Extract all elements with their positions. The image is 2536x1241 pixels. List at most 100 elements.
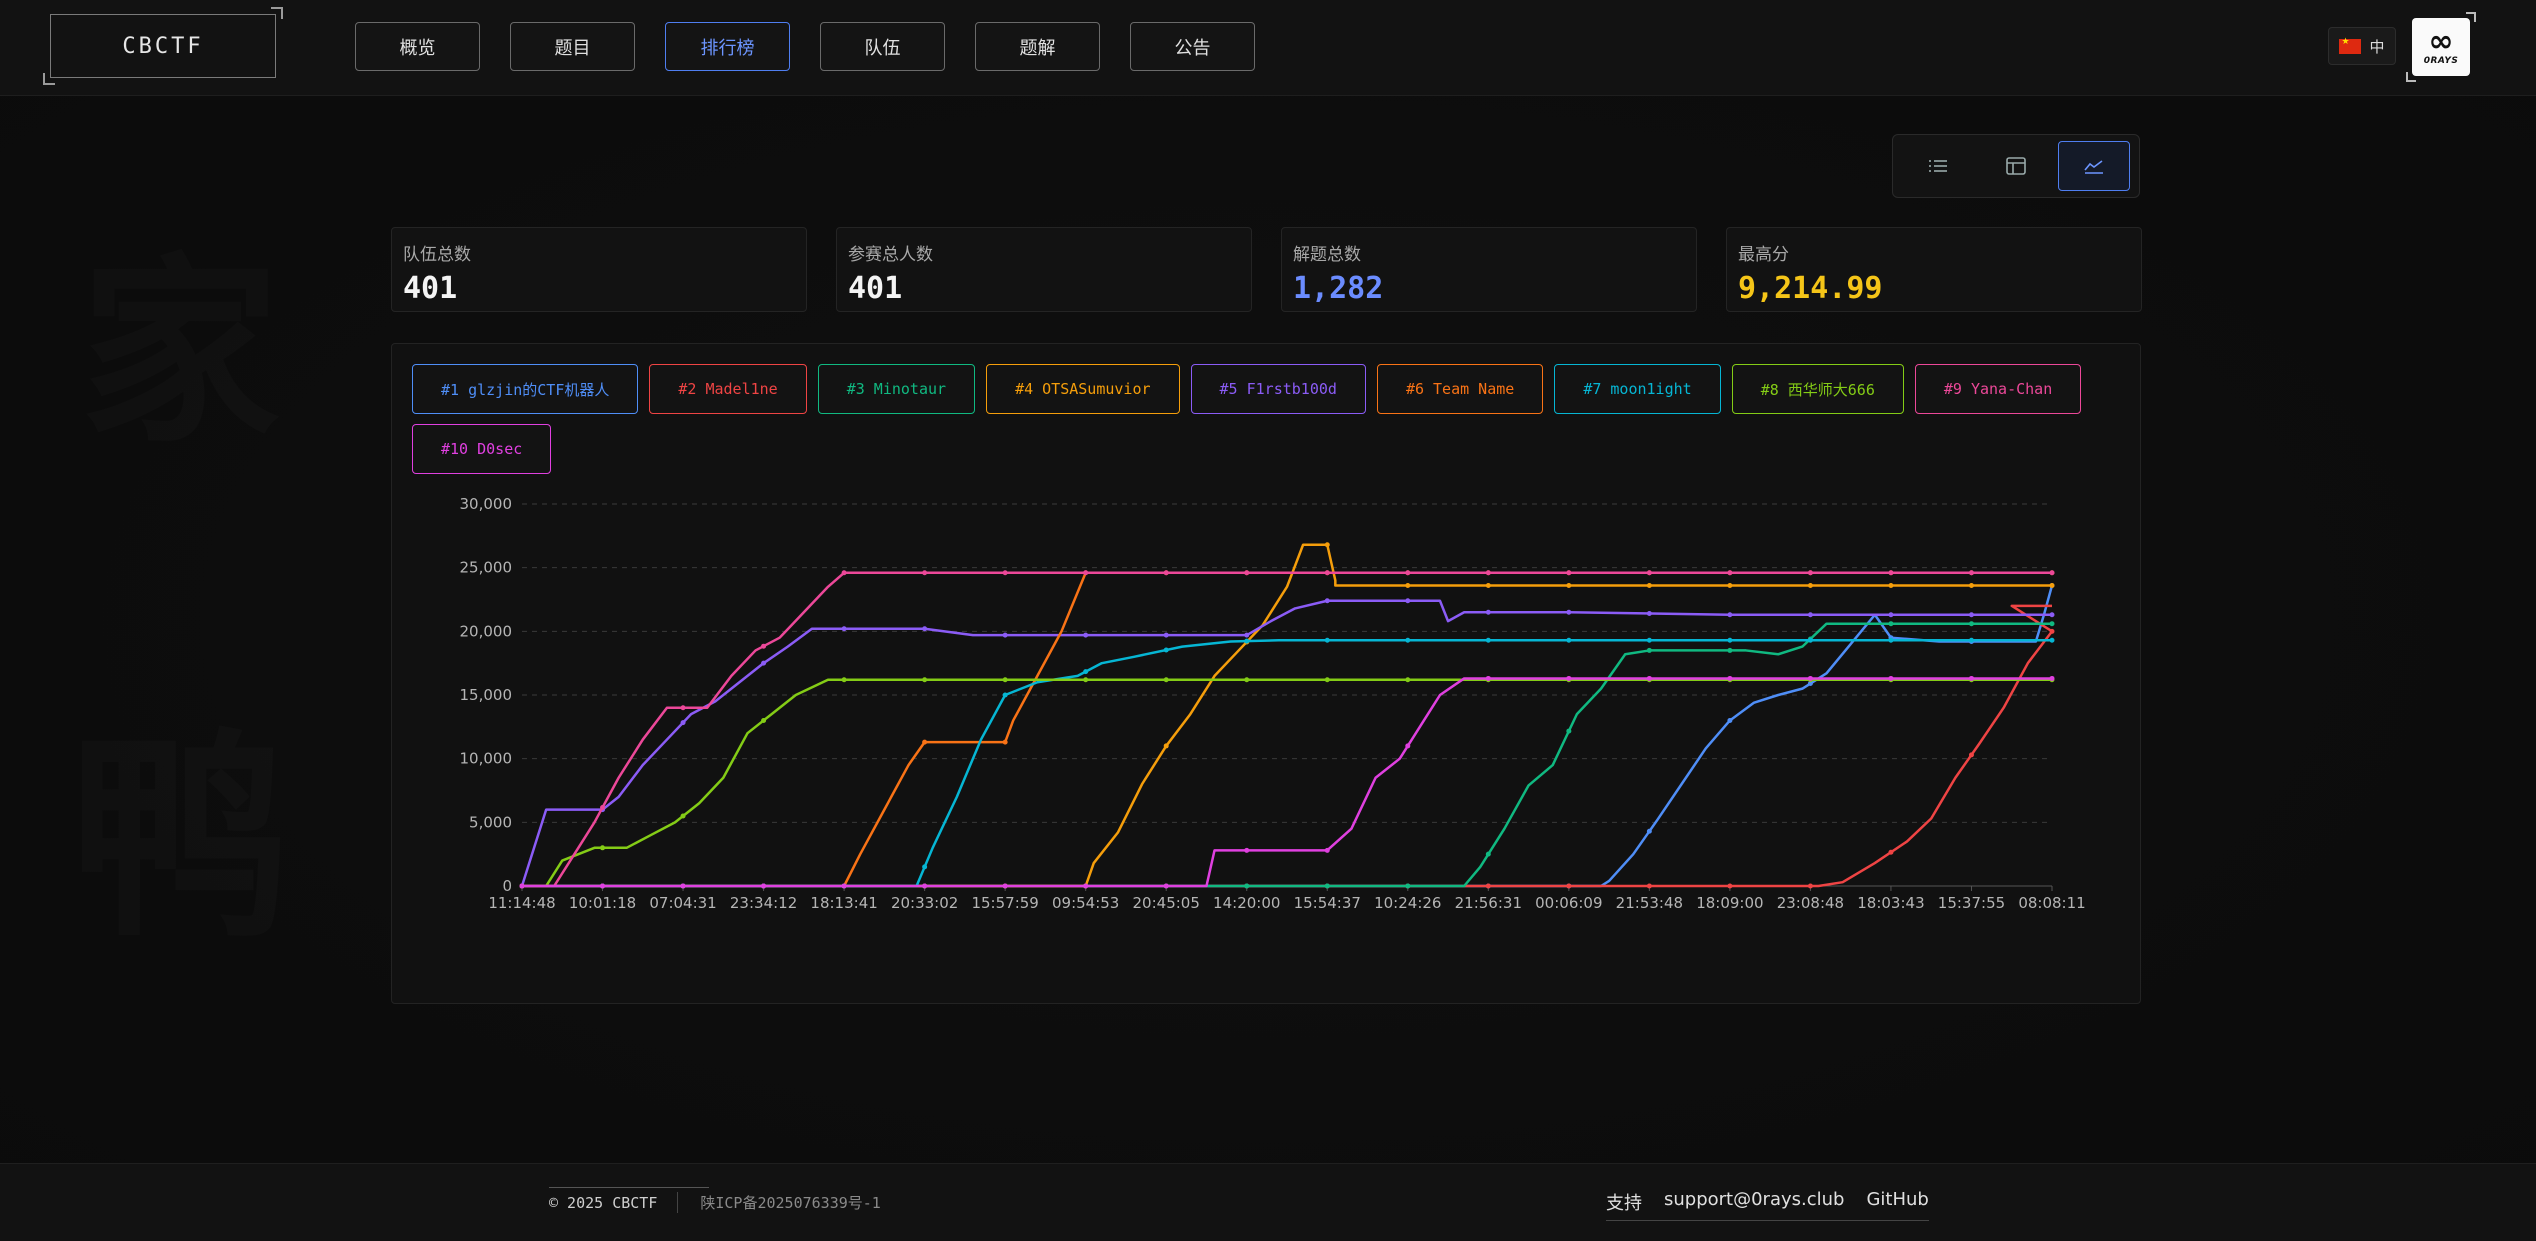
nav-writeups[interactable]: 题解: [975, 22, 1100, 71]
series-point: [1646, 570, 1652, 576]
team-avatar[interactable]: ∞ 0RAYS: [2406, 12, 2476, 82]
legend-team-7[interactable]: #7 moon1ight: [1554, 364, 1721, 414]
series-point: [1405, 677, 1411, 683]
series-point: [1566, 582, 1572, 588]
series-point: [1405, 883, 1411, 889]
series-point: [1485, 851, 1491, 857]
legend-team-10[interactable]: #10 D0sec: [412, 424, 552, 474]
series-point: [1807, 883, 1813, 889]
x-tick-label: 15:57:59: [971, 894, 1038, 912]
legend-team-6[interactable]: #6 Team Name: [1376, 364, 1544, 414]
series-point: [600, 804, 606, 810]
stats-row: 队伍总数 401 参赛总人数 401 解题总数 1,282 最高分 9,214.…: [391, 227, 2142, 312]
series-point: [1888, 849, 1894, 855]
x-tick-label: 21:53:48: [1616, 894, 1683, 912]
stat-label: 参赛总人数: [848, 245, 933, 265]
series-point: [1968, 752, 1974, 758]
series-line-4: [522, 543, 2052, 888]
series-point: [1405, 570, 1411, 576]
bg-calligraphy: 家: [80, 235, 281, 470]
github-link[interactable]: GitHub: [1866, 1189, 1928, 1215]
list-icon: [1929, 160, 1947, 172]
series-point: [761, 717, 767, 723]
series-point: [1405, 598, 1411, 604]
series-point: [1002, 883, 1008, 889]
chart-view-button[interactable]: [2058, 141, 2130, 191]
series-point: [1163, 743, 1169, 749]
series-point: [1888, 675, 1894, 681]
series-point: [922, 570, 928, 576]
series-point: [2049, 612, 2055, 618]
series-point: [1646, 582, 1652, 588]
x-tick-label: 18:03:43: [1857, 894, 1924, 912]
stat-value: 9,214.99: [1738, 271, 1883, 306]
legend-team-1[interactable]: #1 glzjin的CTF机器人: [412, 364, 639, 414]
series-point: [1807, 675, 1813, 681]
footer: © 2025 CBCTF 陕ICP备2025076339号-1 支持 suppo…: [0, 1163, 2536, 1241]
series-point: [1405, 582, 1411, 588]
x-tick-label: 07:04:31: [649, 894, 716, 912]
series-point: [1727, 637, 1733, 643]
series-point: [1002, 677, 1008, 683]
series-point: [2049, 570, 2055, 576]
legend-team-5[interactable]: #5 F1rstb100d: [1190, 364, 1366, 414]
nav-announcements[interactable]: 公告: [1130, 22, 1255, 71]
series-point: [1646, 883, 1652, 889]
site-logo[interactable]: CBCTF: [43, 7, 283, 85]
nav-teams[interactable]: 队伍: [820, 22, 945, 71]
series-point: [1646, 637, 1652, 643]
series-point: [1566, 728, 1572, 734]
y-tick-label: 30,000: [460, 495, 513, 513]
series-point: [2049, 621, 2055, 627]
series-point: [922, 626, 928, 632]
series-point: [600, 883, 606, 889]
series-point: [1646, 675, 1652, 681]
series-point: [600, 845, 606, 851]
series-point: [2049, 582, 2055, 588]
nav-challenges[interactable]: 题目: [510, 22, 635, 71]
legend-team-8[interactable]: #8 西华师大666: [1731, 364, 1904, 414]
series-point: [1002, 739, 1008, 745]
series-point: [1566, 609, 1572, 615]
legend-team-3[interactable]: #3 Minotaur: [817, 364, 976, 414]
series-point: [1324, 598, 1330, 604]
nav-scoreboard[interactable]: 排行榜: [665, 22, 790, 71]
list-view-button[interactable]: [1902, 141, 1974, 191]
series-point: [761, 660, 767, 666]
icp-link[interactable]: 陕ICP备2025076339号-1: [677, 1192, 881, 1213]
series-point: [1968, 621, 1974, 627]
series-point: [1807, 582, 1813, 588]
series-point: [1083, 677, 1089, 683]
series-point: [1324, 637, 1330, 643]
series-point: [1163, 632, 1169, 638]
legend-team-2[interactable]: #2 Madel1ne: [649, 364, 807, 414]
series-point: [1324, 677, 1330, 683]
nav-overview[interactable]: 概览: [355, 22, 480, 71]
series-point: [1405, 743, 1411, 749]
series-point: [1163, 647, 1169, 653]
table-icon: [2006, 157, 2026, 175]
x-tick-label: 11:14:48: [488, 894, 555, 912]
series-point: [841, 570, 847, 576]
stat-card-participants: 参赛总人数 401: [836, 227, 1252, 312]
series-point: [1163, 883, 1169, 889]
support-email-link[interactable]: support@0rays.club: [1664, 1189, 1844, 1215]
series-point: [1324, 542, 1330, 548]
x-tick-label: 15:37:55: [1938, 894, 2005, 912]
legend-team-4[interactable]: #4 OTSASumuvior: [986, 364, 1180, 414]
series-point: [922, 864, 928, 870]
legend-team-9[interactable]: #9 Yana-Chan: [1914, 364, 2082, 414]
series-point: [922, 677, 928, 683]
stat-label: 解题总数: [1293, 245, 1361, 265]
series-point: [761, 883, 767, 889]
series-point: [1163, 677, 1169, 683]
language-switcher[interactable]: 中: [2328, 27, 2396, 65]
x-tick-label: 10:01:18: [569, 894, 636, 912]
series-point: [1324, 847, 1330, 853]
series-point: [1807, 637, 1813, 643]
stat-card-top-score: 最高分 9,214.99: [1726, 227, 2142, 312]
series-point: [1807, 612, 1813, 618]
table-view-button[interactable]: [1980, 141, 2052, 191]
infinity-logo-icon: ∞: [2428, 24, 2454, 59]
series-point: [1968, 675, 1974, 681]
